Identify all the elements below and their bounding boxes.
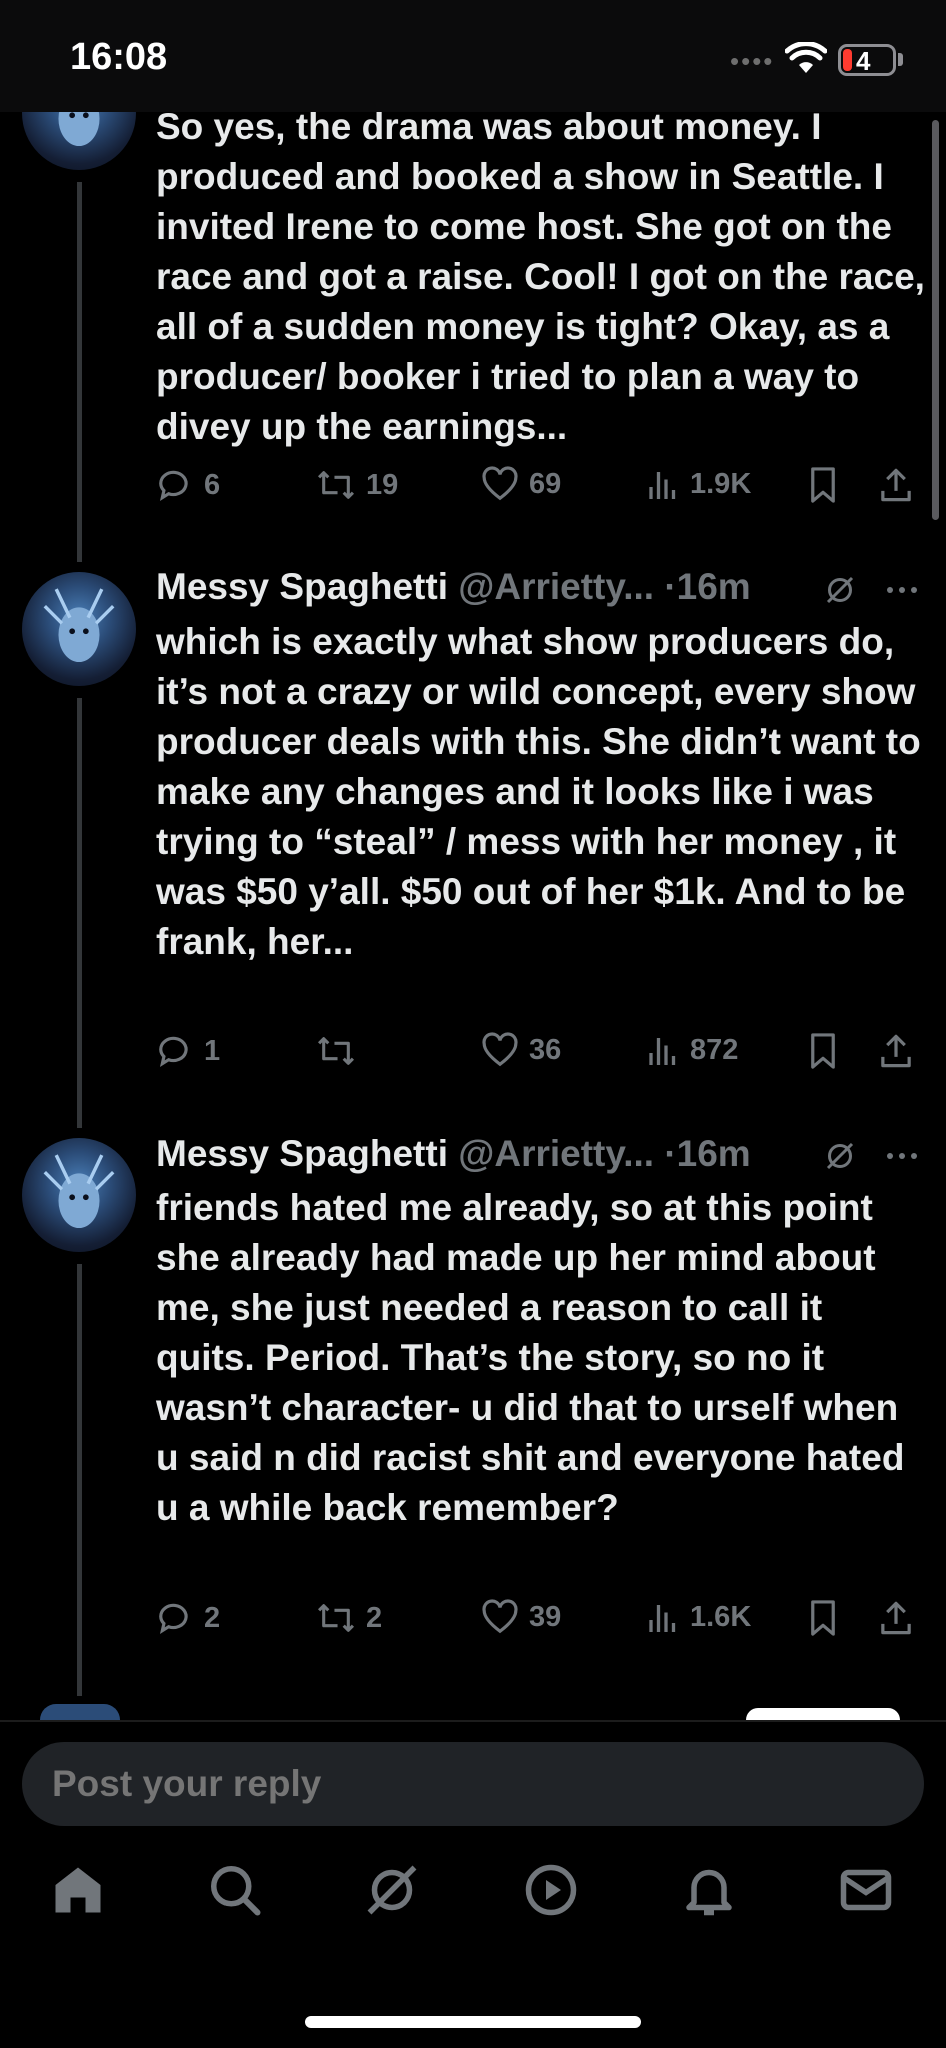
share-icon	[881, 468, 911, 502]
repost-count: 19	[366, 468, 399, 501]
tweet-text[interactable]: which is exactly what show producers do,…	[156, 617, 926, 967]
user-handle[interactable]: @Arrietty...	[458, 566, 654, 607]
like-count: 69	[529, 467, 562, 500]
wifi-icon	[785, 42, 827, 73]
like-button[interactable]: 39	[481, 1599, 561, 1635]
bookmark-icon	[811, 1033, 835, 1069]
repost-icon	[317, 471, 355, 499]
avatar[interactable]	[40, 1704, 120, 1720]
home-icon[interactable]	[48, 1860, 108, 1920]
reply-icon	[159, 470, 188, 502]
views-count: 1.9K	[690, 467, 752, 500]
tweet-actions: 6 19 69 1.9K	[156, 466, 926, 512]
like-icon	[482, 1599, 518, 1634]
reply-icon	[159, 1036, 188, 1068]
grok-icon[interactable]	[362, 1860, 422, 1920]
bookmark-button[interactable]	[808, 1032, 838, 1070]
repost-count: 2	[366, 1601, 383, 1634]
thread-line	[77, 182, 82, 562]
messages-icon[interactable]	[836, 1860, 896, 1920]
repost-button[interactable]: 2	[316, 1599, 382, 1637]
views-button[interactable]: 872	[646, 1032, 738, 1068]
reply-button[interactable]: 6	[156, 466, 220, 504]
like-count: 36	[529, 1033, 562, 1066]
tweet-header: Messy Spaghetti @Arrietty... ·16m	[156, 1133, 751, 1175]
tweet-actions: 1 36 872	[156, 1032, 926, 1078]
views-count: 1.6K	[690, 1600, 752, 1633]
bookmark-icon	[811, 1600, 835, 1636]
home-indicator[interactable]	[305, 2016, 641, 2028]
tweet-time: ·16m	[664, 1133, 751, 1174]
bookmark-button[interactable]	[808, 466, 838, 504]
grok-icon[interactable]	[822, 1138, 858, 1174]
repost-button[interactable]	[316, 1032, 366, 1070]
scrollbar[interactable]	[932, 120, 939, 520]
cellular-signal-icon: ••••	[730, 46, 775, 76]
share-icon	[881, 1034, 911, 1068]
views-count: 872	[690, 1033, 739, 1066]
tweet-actions: 2 2 39 1.6K	[156, 1599, 926, 1645]
reply-button[interactable]: 2	[156, 1599, 220, 1637]
grok-icon[interactable]	[822, 572, 858, 608]
more-options-icon[interactable]	[884, 1150, 920, 1162]
like-button[interactable]: 36	[481, 1032, 561, 1068]
user-handle[interactable]: @Arrietty...	[458, 1133, 654, 1174]
display-name[interactable]: Messy Spaghetti	[156, 1133, 448, 1174]
reply-count: 2	[204, 1601, 221, 1634]
reply-count: 1	[204, 1034, 221, 1067]
repost-icon	[317, 1604, 355, 1632]
views-icon	[649, 1605, 676, 1632]
like-count: 39	[529, 1600, 562, 1633]
status-bar: 16:08 •••• 4	[0, 0, 946, 112]
tweet-text[interactable]: So yes, the drama was about money. I pro…	[156, 102, 926, 452]
like-icon	[482, 1032, 518, 1067]
reply-button[interactable]: 1	[156, 1032, 220, 1070]
like-icon	[482, 466, 518, 501]
tweet-header: Messy Spaghetti @Arrietty... ·16m	[156, 566, 751, 608]
tweet-time: ·16m	[664, 566, 751, 607]
views-button[interactable]: 1.6K	[646, 1599, 751, 1635]
display-name[interactable]: Messy Spaghetti	[156, 566, 448, 607]
repost-button[interactable]: 19	[316, 466, 398, 504]
floating-pill[interactable]	[746, 1708, 900, 1720]
repost-icon	[317, 1037, 355, 1065]
views-icon	[649, 1038, 676, 1065]
battery-icon: 4	[838, 44, 896, 76]
more-options-icon[interactable]	[884, 584, 920, 596]
thread-line	[77, 1264, 82, 1696]
bookmark-button[interactable]	[808, 1599, 838, 1637]
search-icon[interactable]	[205, 1860, 265, 1920]
bookmark-icon	[811, 467, 835, 503]
reply-input[interactable]	[22, 1742, 924, 1826]
share-button[interactable]	[878, 466, 914, 504]
views-icon	[649, 472, 676, 499]
tab-bar	[0, 1860, 946, 1950]
like-button[interactable]: 69	[481, 466, 561, 502]
video-icon[interactable]	[521, 1860, 581, 1920]
share-icon	[881, 1601, 911, 1635]
avatar[interactable]	[22, 1138, 136, 1252]
share-button[interactable]	[878, 1599, 914, 1637]
notifications-icon[interactable]	[679, 1860, 739, 1920]
share-button[interactable]	[878, 1032, 914, 1070]
tweet-text[interactable]: friends hated me already, so at this poi…	[156, 1183, 926, 1533]
reply-count: 6	[204, 468, 221, 501]
battery-level: 4	[856, 46, 871, 76]
thread-line	[77, 698, 82, 1128]
avatar[interactable]	[22, 572, 136, 686]
views-button[interactable]: 1.9K	[646, 466, 751, 502]
reply-icon	[159, 1603, 188, 1635]
status-time: 16:08	[70, 36, 168, 78]
